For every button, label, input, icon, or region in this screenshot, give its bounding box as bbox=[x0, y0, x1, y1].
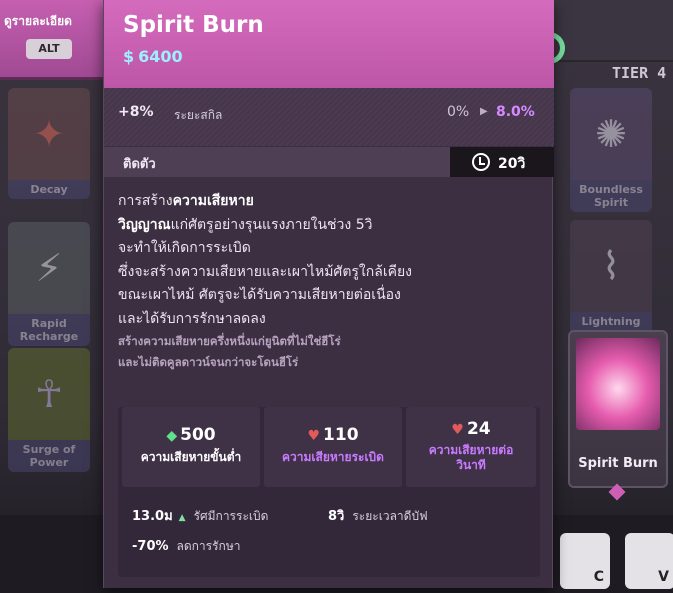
stats-panel: ◆ 500 ความเสียหายขั้นต่ำ ♥ 110 ความเสียหาย… bbox=[118, 407, 540, 577]
range-label: ระยะสกิล bbox=[174, 108, 223, 122]
key-c[interactable]: C bbox=[560, 533, 610, 589]
slot-name: Rapid Recharge bbox=[8, 314, 90, 346]
details-panel[interactable]: ดูรายละเอียด ALT bbox=[0, 0, 103, 80]
desc-line: ซึ่งจะสร้างความเสียหายและเผาไหม้ศัตรูใกล… bbox=[118, 263, 413, 280]
stat-caption: ความเสียหายต่อวินาที bbox=[428, 443, 514, 472]
desc-line: การสร้างความเสียหาย bbox=[118, 193, 254, 209]
clock-icon bbox=[472, 153, 490, 171]
slot-name: Boundless Spirit bbox=[570, 180, 652, 212]
item-slot-rapid-recharge[interactable]: ⚡ Rapid Recharge bbox=[8, 222, 90, 346]
range-bonus: +8% bbox=[118, 104, 154, 120]
gem-icon: ◆ bbox=[166, 428, 178, 444]
range-from: 0% bbox=[447, 104, 470, 120]
key-v[interactable]: V bbox=[625, 533, 673, 589]
slot-name: Surge of Power bbox=[8, 440, 90, 472]
spirit-currency-icon: $ bbox=[123, 47, 135, 66]
desc-line: และได้รับการรักษาลดลง bbox=[118, 310, 266, 327]
item-cost: $6400 bbox=[123, 47, 183, 66]
explosion-heart-icon: ♥ bbox=[307, 428, 321, 444]
scroll-icon: ⌇ bbox=[570, 220, 652, 312]
desc-line: จะทำให้เกิดการระเบิด bbox=[118, 240, 251, 256]
desc-note: สร้างความเสียหายครึ่งหนึ่งแก่ยูนิตที่ไม่… bbox=[118, 334, 341, 348]
stat-caption: ความเสียหายขั้นต่ำ bbox=[140, 450, 242, 464]
range-bonus-row: +8% ระยะสกิล 0% ▶ 8.0% bbox=[104, 88, 554, 146]
details-label: ดูรายละเอียด bbox=[4, 14, 72, 28]
arrow-right-icon: ▶ bbox=[480, 106, 488, 117]
desc-note: และไม่ติดคูลดาวน์จนกว่าจะโดนฮีโร่ bbox=[118, 355, 299, 369]
stat-min-damage: ◆ 500 ความเสียหายขั้นต่ำ bbox=[122, 407, 260, 487]
item-slot-decay[interactable]: ✦ Decay bbox=[8, 88, 90, 199]
top-right-bar bbox=[553, 0, 673, 62]
cooldown-value: 20วิ bbox=[498, 156, 526, 172]
debuff-row: 8วิ ระยะเวลาดีบัฟ bbox=[328, 509, 428, 524]
item-slot-boundless-spirit[interactable]: ✺ Boundless Spirit bbox=[570, 88, 652, 212]
slot-name: Decay bbox=[8, 180, 90, 199]
item-slot-spirit-burn[interactable]: Spirit Burn bbox=[568, 330, 668, 501]
slot-name: Spirit Burn bbox=[578, 456, 658, 471]
item-slot-lightning-spell[interactable]: ⌇ Lightning Spell bbox=[570, 220, 652, 344]
burn-heart-icon: ♥ bbox=[451, 422, 464, 438]
cooldown-box: 20วิ bbox=[450, 147, 554, 177]
range-to: 8.0% bbox=[496, 104, 535, 120]
heal-reduction-row: -70% ลดการรักษา bbox=[132, 539, 241, 554]
stat-explosion-damage: ♥ 110 ความเสียหายระเบิด bbox=[264, 407, 402, 487]
passive-label: ติดตัว bbox=[123, 157, 156, 172]
stat-dps: ♥ 24 ความเสียหายต่อวินาที bbox=[406, 407, 536, 487]
cost-value: 6400 bbox=[138, 47, 183, 66]
tooltip-header: Spirit Burn $6400 bbox=[104, 0, 554, 88]
item-slot-surge-of-power[interactable]: ☥ Surge of Power bbox=[8, 348, 90, 472]
spirit-burn-eye-icon bbox=[576, 338, 660, 430]
spirit-burst-icon: ✺ bbox=[570, 88, 652, 180]
stat-caption: ความเสียหายระเบิด bbox=[282, 450, 384, 464]
alt-key-badge: ALT bbox=[26, 39, 72, 59]
tier-label: TIER 4 bbox=[612, 64, 667, 82]
decay-icon: ✦ bbox=[8, 88, 90, 180]
figure-icon: ☥ bbox=[8, 348, 90, 440]
tooltip-title: Spirit Burn bbox=[123, 12, 264, 38]
ability-description: การสร้างความเสียหาย วิญญาณแก่ศัตรูอย่างร… bbox=[118, 190, 538, 373]
passive-row: ติดตัว 20วิ bbox=[104, 147, 554, 177]
desc-line: วิญญาณแก่ศัตรูอย่างรุนแรงภายในช่วง 5วิ bbox=[118, 216, 373, 233]
radius-row: 13.0ม ▲ รัศมีการระเบิด bbox=[132, 509, 269, 524]
item-tooltip: Spirit Burn $6400 +8% ระยะสกิล 0% ▶ 8.0%… bbox=[103, 0, 554, 588]
arrow-up-icon: ▲ bbox=[178, 513, 186, 523]
desc-line: ขณะเผาไหม้ ศัตรูจะได้รับความเสียหายต่อเน… bbox=[118, 287, 401, 303]
lightning-icon: ⚡ bbox=[8, 222, 90, 314]
